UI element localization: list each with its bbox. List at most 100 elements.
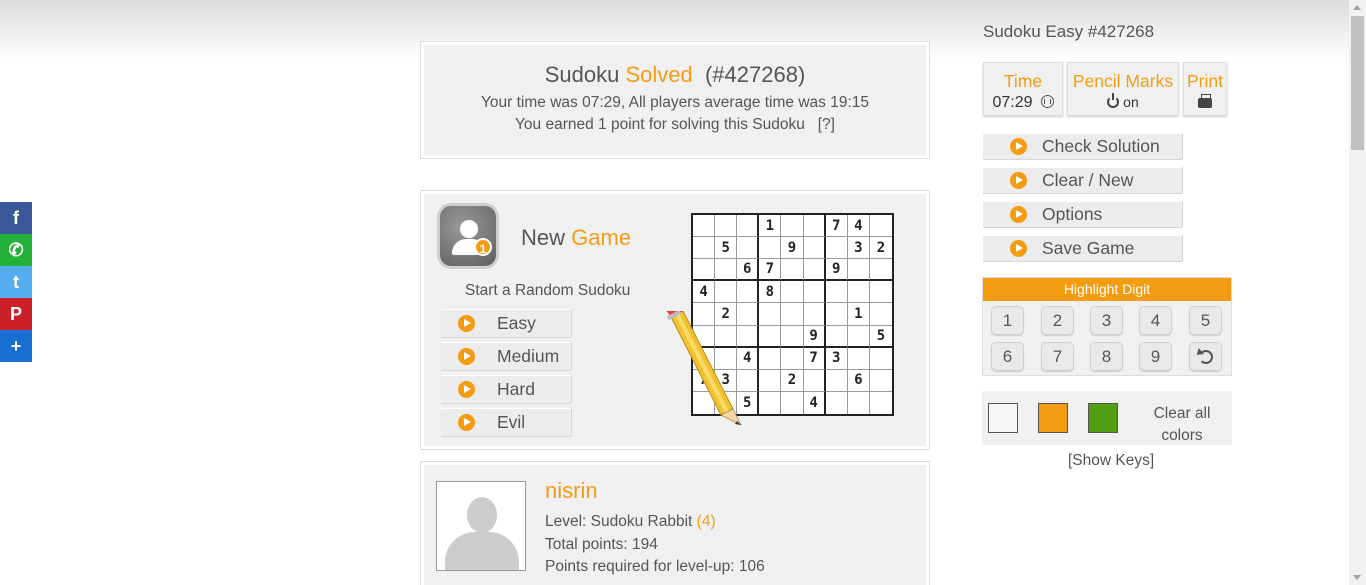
highlight-digit-button[interactable]: 1 bbox=[991, 306, 1024, 335]
printer-icon bbox=[1198, 94, 1212, 108]
highlight-digit-button[interactable]: 9 bbox=[1139, 342, 1172, 371]
grid-cell: 1 bbox=[759, 215, 782, 238]
pencil-marks-toggle[interactable]: Pencil Marks on bbox=[1067, 62, 1179, 116]
grid-cell bbox=[781, 303, 804, 326]
highlight-digit-panel: Highlight Digit 12345 6789 bbox=[982, 277, 1232, 376]
undo-icon bbox=[1198, 349, 1213, 364]
sudoku-preview-grid[interactable]: 1745932679482195473732654 bbox=[691, 213, 894, 416]
grid-cell bbox=[847, 325, 870, 348]
pause-icon[interactable] bbox=[1040, 95, 1054, 108]
profile-photo[interactable] bbox=[436, 481, 526, 571]
grid-cell bbox=[715, 391, 738, 414]
options-button[interactable]: Options bbox=[983, 201, 1182, 227]
new-game-panel: 1 New Game Start a Random Sudoku Easy Me… bbox=[420, 190, 930, 450]
grid-cell bbox=[825, 281, 848, 304]
grid-cell bbox=[715, 281, 738, 304]
white-color-swatch[interactable] bbox=[988, 403, 1018, 433]
grid-cell bbox=[869, 303, 892, 326]
level-number: (4) bbox=[696, 513, 716, 530]
solved-word-sudoku: Sudoku bbox=[544, 62, 620, 87]
scroll-down-icon[interactable] bbox=[1353, 575, 1361, 580]
scrollbar-thumb[interactable] bbox=[1351, 16, 1364, 150]
timer-box[interactable]: Time 07:29 bbox=[983, 62, 1063, 116]
highlight-digit-button[interactable]: 2 bbox=[1041, 306, 1074, 335]
highlight-digit-button[interactable]: 8 bbox=[1090, 342, 1123, 371]
profile-total-points: Total points: 194 bbox=[545, 536, 658, 553]
grid-cell bbox=[869, 281, 892, 304]
level-text: Level: Sudoku Rabbit bbox=[545, 513, 693, 530]
grid-cell: 6 bbox=[737, 259, 760, 282]
pinterest-icon[interactable]: P bbox=[0, 298, 32, 330]
grid-cell: 5 bbox=[869, 326, 892, 348]
grid-cell bbox=[869, 215, 892, 238]
play-icon bbox=[458, 348, 475, 365]
grid-cell bbox=[737, 215, 760, 238]
help-link[interactable]: [?] bbox=[818, 116, 835, 133]
color-palette: Clear all colors bbox=[982, 391, 1232, 445]
facebook-icon[interactable]: f bbox=[0, 202, 32, 234]
show-keys-link[interactable]: [Show Keys] bbox=[1068, 452, 1154, 470]
grid-cell: 2 bbox=[869, 237, 892, 260]
grid-cell: 4 bbox=[804, 391, 826, 414]
check-solution-button[interactable]: Check Solution bbox=[983, 133, 1182, 159]
grid-cell bbox=[781, 215, 804, 238]
level-hard-button[interactable]: Hard bbox=[441, 375, 571, 403]
highlight-digit-header: Highlight Digit bbox=[983, 278, 1231, 301]
print-label: Print bbox=[1187, 71, 1223, 91]
grid-cell: 6 bbox=[847, 369, 870, 392]
grid-cell bbox=[803, 281, 826, 304]
clear-new-button[interactable]: Clear / New bbox=[983, 167, 1182, 193]
highlight-digit-button[interactable]: 3 bbox=[1090, 306, 1123, 335]
new-game-title-a: New bbox=[521, 225, 566, 250]
grid-cell bbox=[803, 369, 826, 392]
level-evil-button[interactable]: Evil bbox=[441, 408, 571, 436]
grid-cell bbox=[759, 237, 782, 260]
level-easy-button[interactable]: Easy bbox=[441, 309, 571, 337]
play-icon bbox=[1010, 206, 1027, 223]
green-color-swatch[interactable] bbox=[1088, 403, 1118, 433]
print-button[interactable]: Print bbox=[1183, 62, 1227, 116]
play-icon bbox=[458, 414, 475, 431]
play-icon bbox=[458, 315, 475, 332]
grid-cell bbox=[781, 259, 804, 282]
action-label: Check Solution bbox=[1042, 136, 1160, 156]
solved-panel: Sudoku Solved (#427268) Your time was 07… bbox=[420, 41, 930, 159]
grid-cell bbox=[869, 370, 892, 392]
highlight-digit-button[interactable]: 6 bbox=[991, 342, 1024, 371]
clear-all-colors-button[interactable]: Clear all colors bbox=[1142, 403, 1222, 447]
scroll-up-icon[interactable] bbox=[1353, 5, 1361, 10]
undo-highlight-button[interactable] bbox=[1189, 342, 1222, 371]
page-scrollbar[interactable] bbox=[1349, 0, 1366, 585]
grid-cell bbox=[825, 369, 848, 392]
grid-cell bbox=[737, 281, 760, 304]
grid-cell bbox=[781, 391, 804, 414]
save-game-button[interactable]: Save Game bbox=[983, 235, 1182, 261]
grid-cell: 9 bbox=[781, 237, 804, 260]
grid-cell: 7 bbox=[759, 259, 782, 282]
twitter-icon[interactable]: t bbox=[0, 266, 32, 298]
grid-cell bbox=[693, 303, 716, 326]
avatar-badge: 1 bbox=[474, 238, 492, 256]
grid-cell bbox=[781, 347, 804, 370]
action-label: Clear / New bbox=[1042, 170, 1134, 190]
share-icon[interactable]: + bbox=[0, 330, 32, 362]
orange-color-swatch[interactable] bbox=[1038, 403, 1068, 433]
grid-cell bbox=[759, 369, 782, 392]
new-game-title-b: Game bbox=[571, 225, 632, 250]
grid-cell bbox=[693, 347, 716, 370]
grid-cell: 7 bbox=[825, 215, 848, 238]
profile-name[interactable]: nisrin bbox=[545, 478, 598, 504]
grid-cell: 4 bbox=[693, 281, 716, 304]
grid-cell bbox=[693, 391, 716, 414]
grid-cell: 7 bbox=[693, 369, 716, 392]
user-avatar-icon[interactable]: 1 bbox=[437, 203, 499, 269]
highlight-digit-button[interactable]: 5 bbox=[1189, 306, 1222, 335]
grid-cell bbox=[759, 391, 782, 414]
level-medium-button[interactable]: Medium bbox=[441, 342, 571, 370]
grid-cell: 5 bbox=[737, 391, 760, 414]
profile-panel: nisrin Level: Sudoku Rabbit (4) Total po… bbox=[420, 461, 930, 585]
pencil-marks-value: on bbox=[1123, 94, 1139, 110]
whatsapp-icon[interactable]: ✆ bbox=[0, 234, 32, 266]
highlight-digit-button[interactable]: 7 bbox=[1041, 342, 1074, 371]
highlight-digit-button[interactable]: 4 bbox=[1139, 306, 1172, 335]
